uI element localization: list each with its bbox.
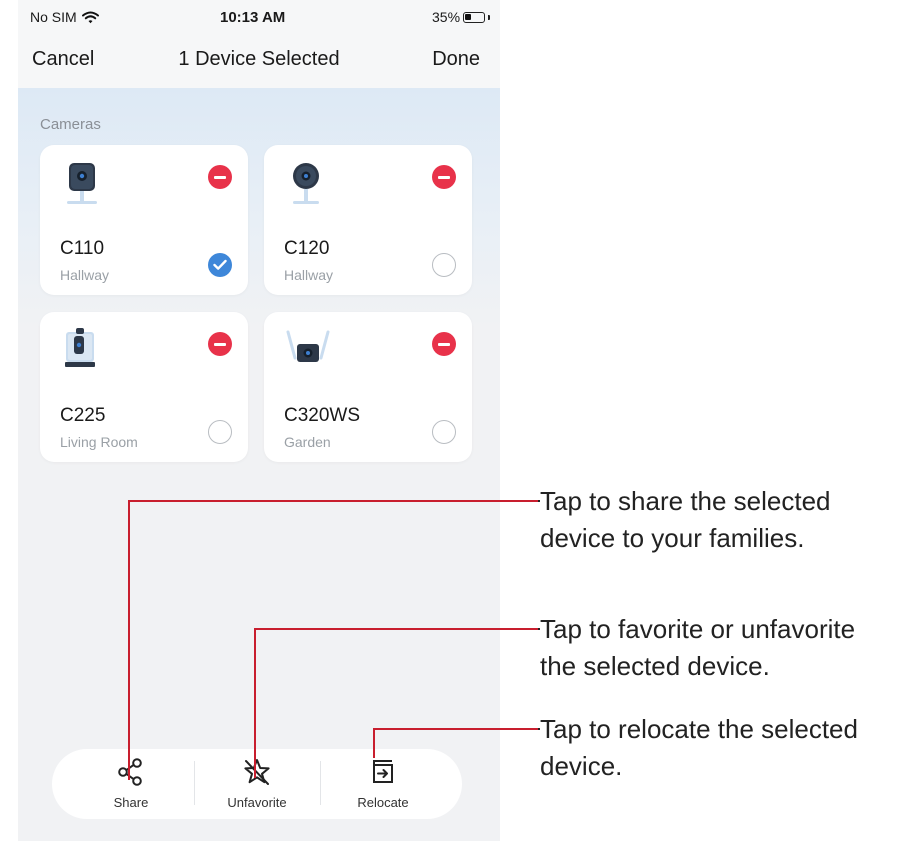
remove-icon[interactable] xyxy=(208,165,232,189)
device-name: C120 xyxy=(284,238,330,259)
favorite-annotation-line-1: Tap to favorite or unfavorite xyxy=(540,614,856,644)
device-name: C320WS xyxy=(284,405,361,426)
share-button[interactable]: Share xyxy=(76,749,186,819)
relocate-annotation-line-1: Tap to relocate the selected xyxy=(540,714,858,744)
device-room: Garden xyxy=(284,434,331,450)
wifi-icon xyxy=(81,11,99,23)
favorite-annotation: Tap to favorite or unfavorite the select… xyxy=(540,611,910,685)
favorite-annotation-line-2: the selected device. xyxy=(540,651,770,681)
nav-bar: Cancel 1 Device Selected Done xyxy=(18,34,500,88)
section-label-cameras: Cameras xyxy=(40,116,101,133)
battery-tip xyxy=(488,14,491,20)
share-callout-vertical xyxy=(128,500,130,780)
share-icon xyxy=(118,758,142,786)
action-toolbar: Share Unfavorite Relocate xyxy=(52,749,462,819)
status-time: 10:13 AM xyxy=(220,9,286,26)
remove-icon[interactable] xyxy=(208,332,232,356)
device-name: C225 xyxy=(60,405,106,426)
outdoor-camera-icon xyxy=(286,330,330,362)
indoor-camera-icon xyxy=(67,163,97,204)
status-left: No SIM xyxy=(30,9,99,25)
share-label: Share xyxy=(113,795,149,810)
device-card-c225[interactable]: C225 Living Room xyxy=(40,312,248,462)
device-card-c120[interactable]: C120 Hallway xyxy=(264,145,472,295)
share-annotation-line-2: device to your families. xyxy=(540,523,805,553)
indoor-camera-icon xyxy=(293,163,319,204)
status-right: 35% xyxy=(432,9,491,25)
device-room: Living Room xyxy=(60,434,138,450)
device-card-c320ws[interactable]: C320WS Garden xyxy=(264,312,472,462)
unselected-circle-icon[interactable] xyxy=(432,420,456,444)
relocate-icon xyxy=(373,760,393,783)
carrier-label: No SIM xyxy=(30,9,77,25)
favorite-callout-horizontal xyxy=(254,628,538,630)
checkmark-icon xyxy=(213,259,227,270)
unfavorite-button[interactable]: Unfavorite xyxy=(202,749,312,819)
favorite-callout-vertical xyxy=(254,628,256,778)
pan-tilt-camera-icon xyxy=(65,328,95,367)
relocate-callout-vertical xyxy=(373,728,375,758)
battery-icon xyxy=(463,11,486,23)
share-callout-horizontal xyxy=(128,500,538,502)
unfavorite-label: Unfavorite xyxy=(227,795,287,810)
relocate-label: Relocate xyxy=(357,795,409,810)
toolbar-divider xyxy=(320,761,321,805)
battery-percent: 35% xyxy=(432,9,461,25)
remove-icon[interactable] xyxy=(432,165,456,189)
relocate-callout-horizontal xyxy=(373,728,538,730)
share-annotation: Tap to share the selected device to your… xyxy=(540,483,910,557)
status-bar: No SIM 10:13 AM 35% xyxy=(18,0,500,34)
page-title: 1 Device Selected xyxy=(178,48,340,70)
relocate-annotation: Tap to relocate the selected device. xyxy=(540,711,910,785)
device-room: Hallway xyxy=(60,267,110,283)
device-room: Hallway xyxy=(284,267,334,283)
share-annotation-line-1: Tap to share the selected xyxy=(540,486,831,516)
phone-screen: No SIM 10:13 AM 35% Cancel 1 Device Sele… xyxy=(18,0,500,841)
toolbar-divider xyxy=(194,761,195,805)
device-card-c110[interactable]: C110 Hallway xyxy=(40,145,248,295)
remove-icon[interactable] xyxy=(432,332,456,356)
done-button[interactable]: Done xyxy=(432,48,480,71)
unselected-circle-icon[interactable] xyxy=(432,253,456,277)
battery-fill xyxy=(465,13,472,20)
device-name: C110 xyxy=(60,238,105,259)
unselected-circle-icon[interactable] xyxy=(208,420,232,444)
selected-check-icon[interactable] xyxy=(208,253,232,277)
relocate-annotation-line-2: device. xyxy=(540,751,623,781)
relocate-button[interactable]: Relocate xyxy=(328,749,438,819)
unfavorite-star-icon xyxy=(244,759,270,785)
